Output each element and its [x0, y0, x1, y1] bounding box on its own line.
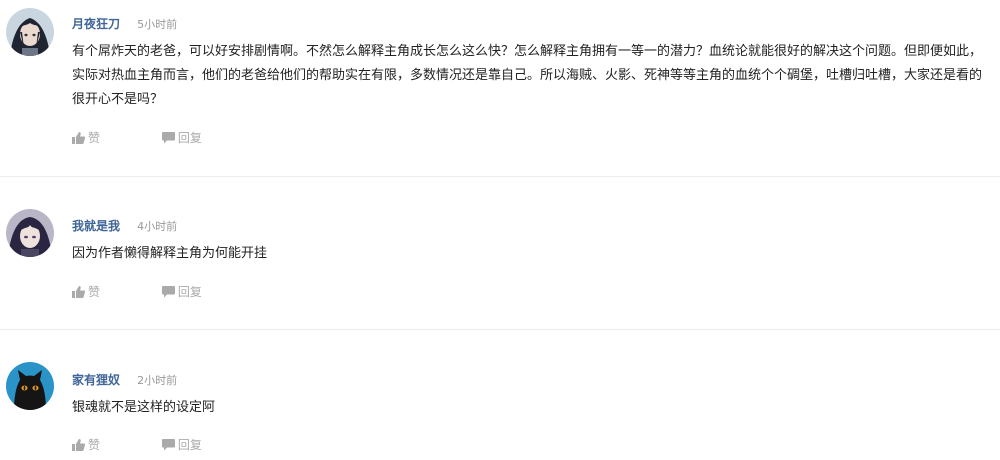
divider [0, 176, 1000, 177]
reply-button[interactable]: 回复 [161, 437, 202, 453]
anime-character-avatar-icon [6, 8, 54, 56]
like-button[interactable]: 赞 [72, 437, 100, 453]
comment-text: 有个屌炸天的老爸，可以好安排剧情啊。不然怎么解释主角成长怎么这么快？怎么解释主角… [72, 44, 983, 107]
comment-list: 月夜狂刀 5小时前 有个屌炸天的老爸，可以好安排剧情啊。不然怎么解释主角成长怎么… [0, 0, 1000, 460]
timestamp: 2小时前 [137, 374, 178, 387]
comment-meta: 我就是我 4小时前 [72, 216, 177, 234]
comment-actions: 赞 回复 [72, 129, 202, 145]
comment-actions: 赞 回复 [72, 283, 202, 299]
avatar[interactable] [6, 362, 54, 410]
like-label: 赞 [88, 130, 101, 145]
reply-label: 回复 [177, 437, 202, 452]
speech-bubble-icon [161, 131, 175, 143]
reply-label: 回复 [177, 284, 202, 299]
comment-actions: 赞 回复 [72, 436, 202, 452]
black-cat-avatar-icon [6, 362, 54, 410]
comment-text: 因为作者懒得解释主角为何能开挂 [72, 246, 268, 261]
comment-meta: 家有狸奴 2小时前 [72, 370, 177, 388]
anime-character-avatar-icon [6, 209, 54, 257]
reply-label: 回复 [177, 130, 202, 145]
comment-text: 银魂就不是这样的设定阿 [72, 400, 216, 415]
username[interactable]: 我就是我 [72, 219, 120, 233]
thumbs-up-icon [72, 438, 85, 451]
thumbs-up-icon [72, 131, 85, 144]
comment-meta: 月夜狂刀 5小时前 [72, 14, 177, 32]
username[interactable]: 月夜狂刀 [72, 17, 120, 31]
timestamp: 4小时前 [137, 220, 178, 233]
reply-button[interactable]: 回复 [161, 130, 202, 146]
speech-bubble-icon [161, 285, 175, 297]
username[interactable]: 家有狸奴 [72, 373, 120, 387]
timestamp: 5小时前 [137, 18, 178, 31]
like-button[interactable]: 赞 [72, 284, 100, 300]
divider [0, 329, 1000, 330]
avatar[interactable] [6, 8, 54, 56]
like-button[interactable]: 赞 [72, 130, 100, 146]
like-label: 赞 [88, 284, 101, 299]
like-label: 赞 [88, 437, 101, 452]
speech-bubble-icon [161, 438, 175, 450]
thumbs-up-icon [72, 285, 85, 298]
avatar[interactable] [6, 209, 54, 257]
reply-button[interactable]: 回复 [161, 284, 202, 300]
